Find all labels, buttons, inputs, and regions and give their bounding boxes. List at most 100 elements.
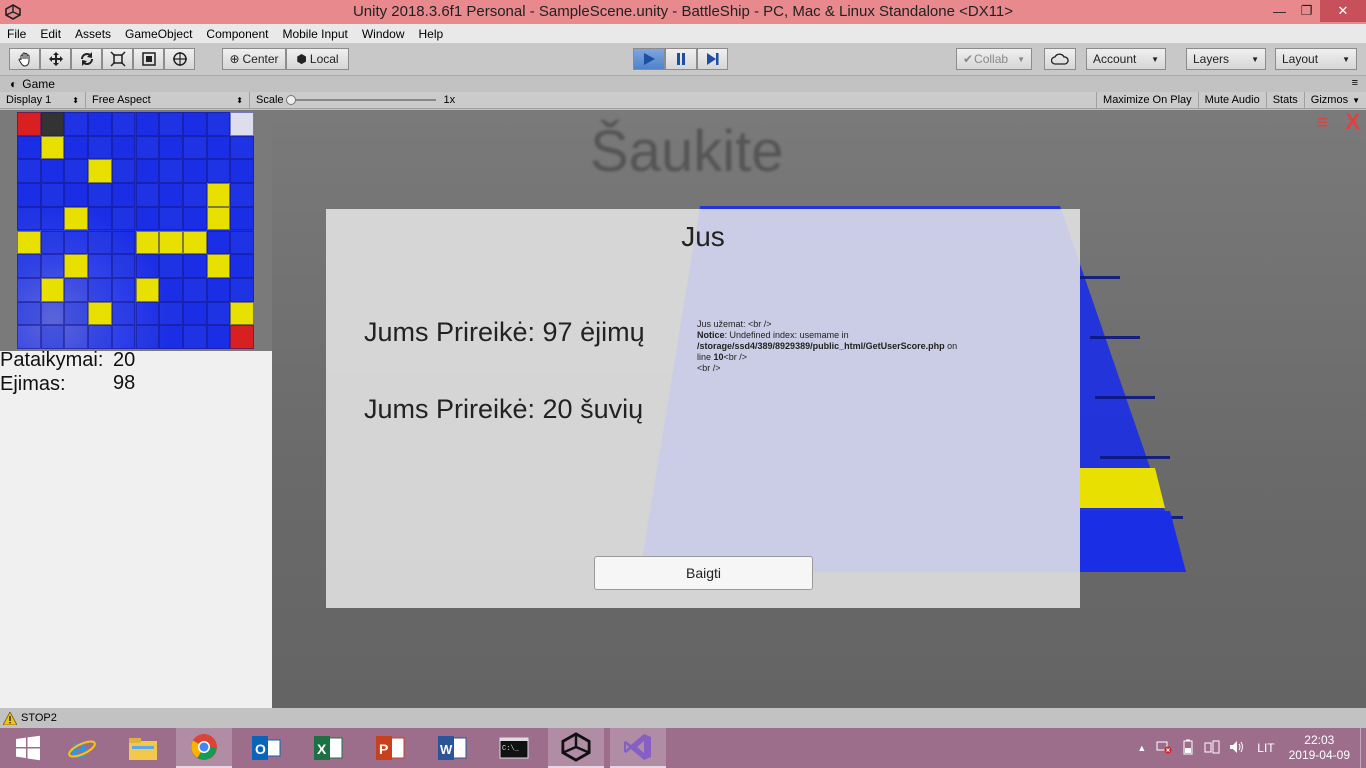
minimap-cell [17, 230, 41, 255]
minimap-cell [182, 159, 207, 184]
local-cube-icon: ⬢ [296, 52, 307, 66]
layout-group: Layout ▼ [1275, 48, 1357, 70]
minimap-cell [230, 254, 254, 278]
battery-icon[interactable] [1181, 739, 1195, 758]
hand-tool-icon[interactable] [9, 48, 40, 70]
minimap-cell [182, 301, 207, 326]
minimap-cell [230, 135, 254, 160]
aspect-dropdown[interactable]: Free Aspect ⬍ [86, 92, 250, 108]
updown-arrow-icon: ⬍ [236, 95, 243, 105]
transform-tool-icon[interactable] [164, 48, 195, 70]
gizmos-dropdown[interactable]: Gizmos ▼ [1305, 92, 1366, 108]
minimize-button[interactable]: — [1266, 0, 1293, 22]
windows-start-icon[interactable] [0, 728, 56, 768]
collab-label: Collab [974, 52, 1009, 66]
step-button[interactable] [697, 48, 728, 70]
network-warning-icon[interactable] [1156, 740, 1172, 757]
minimap-cell [17, 325, 41, 349]
scale-control: Scale 1x [250, 92, 461, 108]
results-dialog: Jus Jums Prireikė: 97 ėjimų Jums Prireik… [326, 209, 1080, 608]
minimap-cell [88, 277, 112, 302]
menu-gameobject[interactable]: GameObject [118, 27, 199, 41]
minimap-cell [40, 325, 65, 349]
minimap-cell [182, 206, 207, 231]
scale-slider[interactable] [285, 95, 436, 105]
excel-icon[interactable]: X [300, 728, 356, 768]
account-dropdown[interactable]: Account ▼ [1086, 48, 1166, 70]
layout-dropdown[interactable]: Layout ▼ [1275, 48, 1357, 70]
minimap-cell [64, 112, 89, 136]
file-explorer-icon[interactable] [115, 728, 171, 768]
tab-menu-icon[interactable]: ≡ [1352, 77, 1358, 89]
clock[interactable]: 22:03 2019-04-09 [1289, 733, 1350, 763]
layers-dropdown[interactable]: Layers ▼ [1186, 48, 1266, 70]
menu-assets[interactable]: Assets [68, 27, 118, 41]
hits-label: Pataikymai: [0, 349, 104, 371]
rect-tool-icon[interactable] [133, 48, 164, 70]
collab-dropdown[interactable]: ✔ Collab ▼ [956, 48, 1032, 70]
mute-audio-toggle[interactable]: Mute Audio [1199, 92, 1267, 108]
game-menu-icon[interactable]: ≡ [1316, 112, 1328, 135]
volume-icon[interactable] [1229, 740, 1245, 757]
chrome-icon[interactable] [176, 728, 232, 768]
gizmos-label: Gizmos [1310, 94, 1349, 106]
menu-edit[interactable]: Edit [33, 27, 68, 41]
visual-studio-icon[interactable] [610, 728, 666, 768]
menu-help[interactable]: Help [412, 27, 451, 41]
minimap-cell [88, 254, 112, 278]
game-close-icon[interactable]: X [1345, 110, 1360, 135]
menu-window[interactable]: Window [355, 27, 412, 41]
move-tool-icon[interactable] [40, 48, 71, 70]
play-button[interactable] [633, 48, 665, 70]
minimap-cell [159, 277, 183, 302]
restore-button[interactable]: ❐ [1293, 0, 1320, 22]
minimap-cell [159, 254, 183, 278]
menu-component[interactable]: Component [199, 27, 275, 41]
outlook-icon[interactable]: O [238, 728, 294, 768]
pivot-center-button[interactable]: ⊕ Center [222, 48, 286, 70]
minimap-cell [182, 183, 207, 207]
connected-devices-icon[interactable] [1204, 740, 1220, 757]
pivot-local-button[interactable]: ⬢ Local [286, 48, 349, 70]
error-line-1: Jus užemat: <br /> [697, 319, 772, 329]
warning-icon [3, 711, 17, 725]
menu-bar: File Edit Assets GameObject Component Mo… [0, 24, 1366, 43]
tab-game-label: Game [22, 77, 55, 91]
pause-button[interactable] [665, 48, 697, 70]
menu-file[interactable]: File [0, 27, 33, 41]
minimap-cell [17, 277, 41, 302]
minimap-cell [230, 230, 254, 255]
minimap-cell [64, 230, 89, 255]
cloud-icon [1051, 53, 1069, 65]
minimap-cell [64, 301, 89, 326]
finish-button[interactable]: Baigti [594, 556, 813, 590]
rotate-tool-icon[interactable] [71, 48, 102, 70]
minimap-cell [88, 135, 112, 160]
minimap-cell [206, 159, 231, 184]
unity-taskbar-icon[interactable] [548, 728, 604, 768]
menu-mobile-input[interactable]: Mobile Input [275, 27, 354, 41]
tray-expand-icon[interactable]: ▲ [1137, 743, 1146, 753]
cloud-button[interactable] [1044, 48, 1076, 70]
minimap-cell [40, 112, 65, 136]
moves-needed-text: Jums Prireikė: 97 ėjimų [364, 317, 645, 347]
game-view[interactable]: Šaukite ≡ X Pataikymai: 20 Ejimas: 98 Ju… [0, 110, 1366, 708]
word-icon[interactable]: W [424, 728, 480, 768]
command-prompt-icon[interactable]: C:\_ [486, 728, 542, 768]
maximize-on-play-toggle[interactable]: Maximize On Play [1096, 92, 1199, 108]
stats-toggle[interactable]: Stats [1267, 92, 1305, 108]
minimap-cell [40, 183, 65, 207]
display-dropdown[interactable]: Display 1 ⬍ [0, 92, 86, 108]
player-board-grid [17, 112, 254, 349]
minimap-cell [17, 301, 41, 326]
scale-tool-icon[interactable] [102, 48, 133, 70]
powerpoint-icon[interactable]: P [362, 728, 418, 768]
close-button[interactable]: ✕ [1320, 0, 1366, 22]
status-message[interactable]: STOP2 [21, 712, 57, 724]
language-indicator[interactable]: LIT [1257, 741, 1274, 755]
tab-game[interactable]: ◐ Game [10, 77, 55, 91]
scale-slider-handle[interactable] [285, 95, 296, 105]
internet-explorer-icon[interactable]: e [54, 728, 110, 768]
show-desktop-button[interactable] [1360, 728, 1366, 768]
error-path: /storage/ssd4/389/8929389/public_html/Ge… [697, 341, 945, 351]
